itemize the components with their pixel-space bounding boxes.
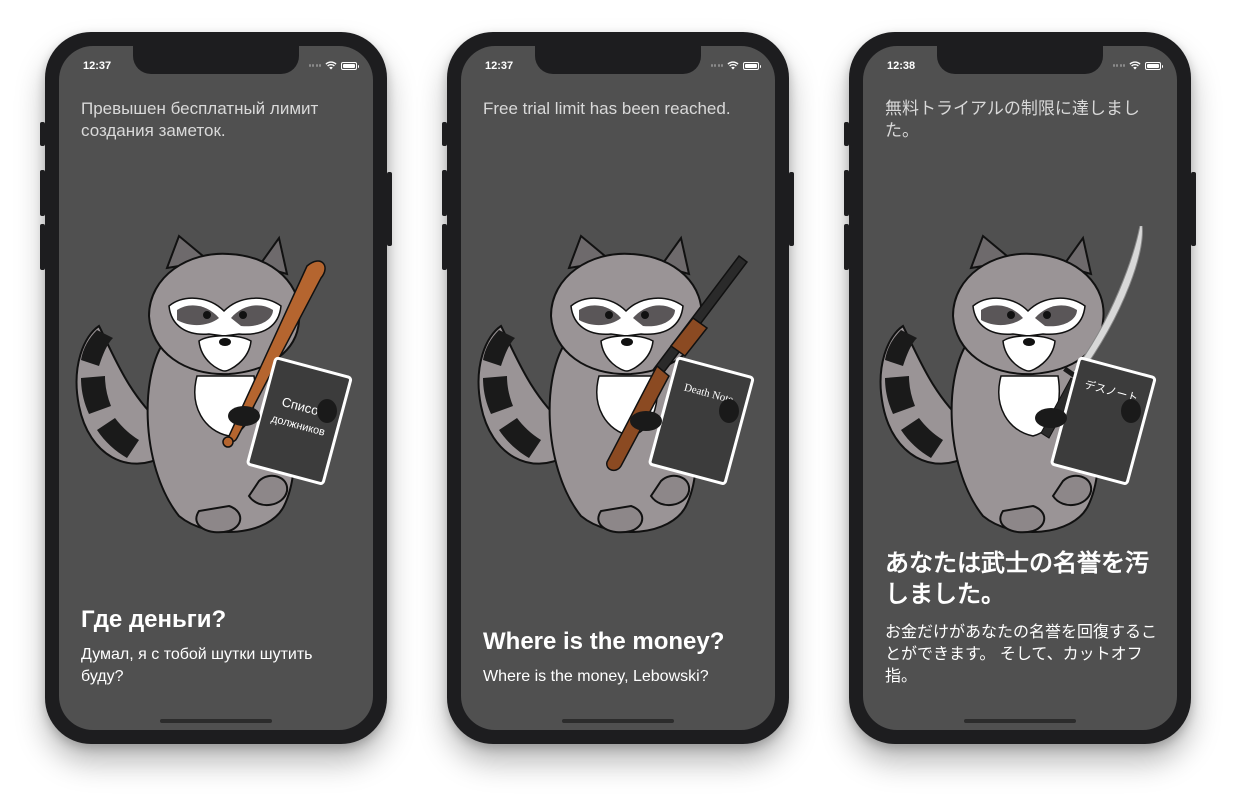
home-indicator[interactable] <box>160 719 272 723</box>
side-button <box>789 172 794 246</box>
raccoon-with-shotgun-illustration: Death Note <box>477 234 755 534</box>
wifi-icon <box>325 61 337 70</box>
status-icons <box>710 61 761 70</box>
phone-frame-english: 12:37 Free trial limit has been reached. <box>442 32 794 744</box>
trial-limit-notice: Free trial limit has been reached. <box>483 99 731 118</box>
headline: Где деньги? <box>81 606 227 633</box>
trial-limit-notice: 無料トライアルの制限に達しました。 <box>885 99 1140 140</box>
subtext: Думал, я с тобой шутки шутить буду? <box>81 646 313 685</box>
status-icons <box>308 61 359 70</box>
signal-icon <box>1112 64 1125 67</box>
volume-down-button <box>844 224 849 270</box>
home-indicator[interactable] <box>562 719 674 723</box>
subtext: Where is the money, Lebowski? <box>483 668 709 685</box>
side-button <box>1191 172 1196 246</box>
paywall-screen: 12:37 Превышен бесплатный лимит создания… <box>59 46 373 730</box>
status-time: 12:37 <box>83 60 112 72</box>
volume-up-button <box>844 170 849 216</box>
battery-icon <box>1145 61 1163 70</box>
status-time: 12:37 <box>485 60 514 72</box>
notch <box>133 46 299 74</box>
volume-down-button <box>40 224 45 270</box>
phone-frame-japanese: 12:38 無料トライアルの制限に達しました。 デスノート あなたは武士の名誉を… <box>844 32 1196 744</box>
side-button <box>387 172 392 246</box>
battery-icon <box>743 61 761 70</box>
mute-switch <box>40 122 45 146</box>
subtext: お金だけがあなたの名誉を回復することができます。 そして、カットオフ指。 <box>885 624 1158 685</box>
volume-up-button <box>40 170 45 216</box>
signal-icon <box>308 64 321 67</box>
notch <box>535 46 701 74</box>
raccoon-head <box>951 234 1105 376</box>
headline: あなたは武士の名誉を汚しました。 <box>885 550 1149 608</box>
wifi-icon <box>1129 61 1141 70</box>
trial-limit-notice: Превышен бесплатный лимит создания замет… <box>81 99 319 140</box>
mute-switch <box>844 122 849 146</box>
status-icons <box>1112 61 1163 70</box>
paywall-screen: 12:38 無料トライアルの制限に達しました。 デスノート あなたは武士の名誉を… <box>863 46 1177 730</box>
status-time: 12:38 <box>887 60 916 72</box>
raccoon-with-katana-illustration: デスノート <box>879 226 1157 534</box>
mute-switch <box>442 122 447 146</box>
notch <box>937 46 1103 74</box>
signal-icon <box>710 64 723 67</box>
phone-frame-russian: 12:37 Превышен бесплатный лимит создания… <box>40 32 392 744</box>
volume-down-button <box>442 224 447 270</box>
battery-icon <box>341 61 359 70</box>
wifi-icon <box>727 61 739 70</box>
headline: Where is the money? <box>483 628 725 655</box>
raccoon-with-bat-illustration: Список должников <box>75 234 353 534</box>
home-indicator[interactable] <box>964 719 1076 723</box>
paywall-screen: 12:37 Free trial limit has been reached. <box>461 46 775 730</box>
volume-up-button <box>442 170 447 216</box>
